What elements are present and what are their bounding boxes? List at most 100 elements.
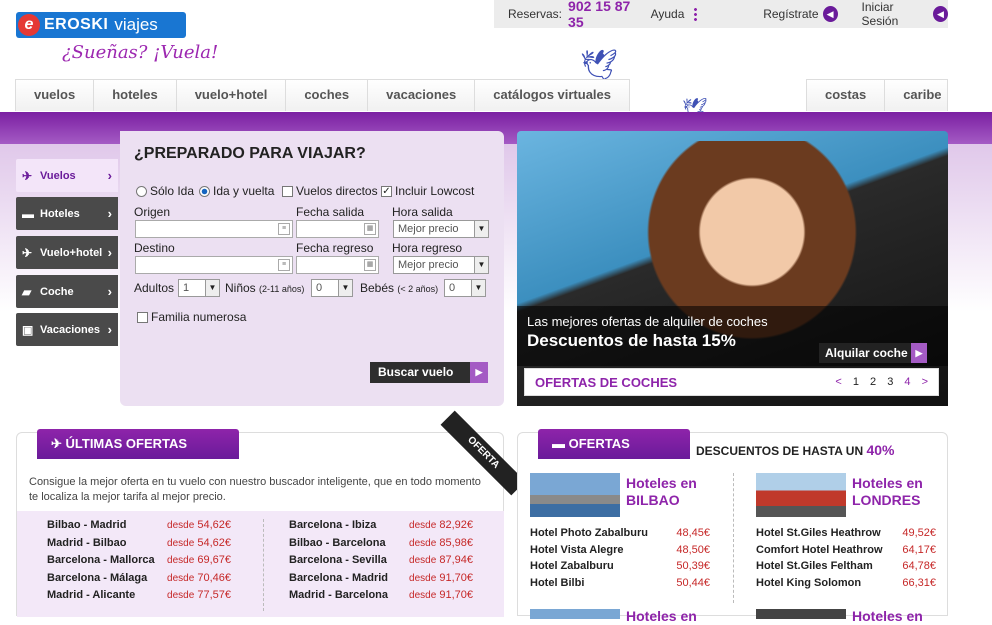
pager-next[interactable]: >	[922, 376, 928, 388]
hotel-price[interactable]: 48,50€	[666, 544, 710, 556]
solo-ida-radio[interactable]: Sólo Ida	[136, 184, 194, 198]
hotel-name[interactable]: Hotel Vista Alegre	[530, 544, 624, 556]
bilbao-photo[interactable]	[530, 473, 620, 517]
checkbox-checked-icon[interactable]: ✓	[381, 186, 392, 198]
sidebar-item-coche[interactable]: ▰ Coche ›	[16, 275, 118, 308]
londres-photo[interactable]	[756, 473, 846, 517]
register-arrow-icon[interactable]: ◀	[822, 6, 838, 22]
next-city-title[interactable]: Hoteles en	[626, 608, 697, 625]
origen-input[interactable]: ≡	[135, 220, 293, 238]
register-link[interactable]: Regístrate	[763, 7, 818, 21]
flight-route[interactable]: Barcelona - Sevilla	[289, 554, 387, 566]
flight-price[interactable]: desde 70,46€	[149, 572, 231, 584]
hotel-price[interactable]: 64,78€	[892, 560, 936, 572]
ninos-select[interactable]: 0 ▼	[311, 279, 353, 297]
flight-price[interactable]: desde 69,67€	[149, 554, 231, 566]
hotel-price[interactable]: 48,45€	[666, 527, 710, 539]
hotel-name[interactable]: Hotel St.Giles Heathrow	[756, 527, 881, 539]
ida-vuelta-radio[interactable]: Ida y vuelta	[199, 184, 274, 198]
nav-vuelos[interactable]: vuelos	[16, 80, 95, 111]
destino-input[interactable]: ≡	[135, 256, 293, 274]
radio-selected-icon[interactable]	[199, 186, 210, 198]
pager-page-1[interactable]: 1	[853, 376, 859, 388]
sidebar-item-vacaciones[interactable]: ▣ Vacaciones ›	[16, 313, 118, 346]
list-icon[interactable]: ≡	[278, 223, 290, 235]
hotel-price[interactable]: 64,17€	[892, 544, 936, 556]
flight-price[interactable]: desde 91,70€	[391, 572, 473, 584]
dropdown-arrow-icon[interactable]: ▼	[471, 280, 485, 296]
help-link[interactable]: Ayuda	[651, 7, 685, 21]
flight-price[interactable]: desde 77,57€	[149, 589, 231, 601]
bilbao-title[interactable]: Hoteles en BILBAO	[626, 475, 697, 509]
hotel-name[interactable]: Hotel Bilbi	[530, 577, 584, 589]
next-city-photo-2[interactable]	[756, 609, 846, 619]
hora-salida-select[interactable]: Mejor precio ▼	[393, 220, 489, 238]
familia-numerosa-checkbox[interactable]: Familia numerosa	[137, 310, 246, 324]
flight-price[interactable]: desde 91,70€	[391, 589, 473, 601]
nav-hoteles[interactable]: hoteles	[94, 80, 177, 111]
bebes-select[interactable]: 0 ▼	[444, 279, 486, 297]
pager-page-3[interactable]: 3	[887, 376, 893, 388]
flight-route[interactable]: Madrid - Alicante	[47, 589, 135, 601]
nav-catalogos[interactable]: catálogos virtuales	[475, 80, 629, 111]
eroski-viajes-logo[interactable]: e EROSKI viajes	[16, 12, 186, 38]
lowcost-checkbox[interactable]: ✓ Incluir Lowcost	[381, 184, 474, 198]
buscar-vuelo-button[interactable]: Buscar vuelo ▶	[370, 362, 488, 383]
hotel-price[interactable]: 49,52€	[892, 527, 936, 539]
nav-coches[interactable]: coches	[286, 80, 369, 111]
londres-title[interactable]: Hoteles en LONDRES	[852, 475, 923, 509]
car-rental-promo[interactable]: Las mejores ofertas de alquiler de coche…	[517, 131, 948, 406]
flight-price[interactable]: desde 54,62€	[149, 537, 231, 549]
next-city-photo[interactable]	[530, 609, 620, 619]
flight-route[interactable]: Barcelona - Madrid	[289, 572, 388, 584]
vuelos-directos-checkbox[interactable]: Vuelos directos	[282, 184, 378, 198]
hotel-price[interactable]: 50,39€	[666, 560, 710, 572]
flight-route[interactable]: Bilbao - Madrid	[47, 519, 126, 531]
phone-number[interactable]: 902 15 87 35	[568, 0, 645, 30]
flight-route[interactable]: Madrid - Barcelona	[289, 589, 388, 601]
pager-page-2[interactable]: 2	[870, 376, 876, 388]
login-arrow-icon[interactable]: ◀	[933, 6, 948, 22]
flight-route[interactable]: Barcelona - Málaga	[47, 572, 147, 584]
fecha-regreso-input[interactable]: ▦	[296, 256, 379, 274]
flight-route[interactable]: Bilbao - Barcelona	[289, 537, 386, 549]
hotel-price[interactable]: 66,31€	[892, 577, 936, 589]
nav-vacaciones[interactable]: vacaciones	[368, 80, 476, 111]
hotel-name[interactable]: Hotel Photo Zabalburu	[530, 527, 648, 539]
flight-route[interactable]: Madrid - Bilbao	[47, 537, 126, 549]
list-icon[interactable]: ≡	[278, 259, 290, 271]
sidebar-item-vuelos[interactable]: ✈ Vuelos ›	[16, 159, 118, 192]
nav-vuelo-hotel[interactable]: vuelo+hotel	[177, 80, 287, 111]
flight-price[interactable]: desde 85,98€	[391, 537, 473, 549]
hotel-name[interactable]: Hotel St.Giles Feltham	[756, 560, 873, 572]
pager-page-4[interactable]: 4	[904, 376, 910, 388]
adultos-select[interactable]: 1 ▼	[178, 279, 220, 297]
next-city-title-2[interactable]: Hoteles en	[852, 608, 923, 625]
nav-costas[interactable]: costas	[807, 80, 886, 111]
flight-route[interactable]: Barcelona - Mallorca	[47, 554, 155, 566]
login-link[interactable]: Iniciar Sesión	[862, 0, 929, 28]
nav-caribe[interactable]: caribe	[885, 80, 959, 111]
radio-icon[interactable]	[136, 186, 147, 198]
dropdown-arrow-icon[interactable]: ▼	[474, 221, 488, 237]
sidebar-item-hoteles[interactable]: ▬ Hoteles ›	[16, 197, 118, 230]
flight-price[interactable]: desde 82,92€	[391, 519, 473, 531]
pager-prev[interactable]: <	[835, 376, 841, 388]
flight-price[interactable]: desde 54,62€	[149, 519, 231, 531]
checkbox-icon[interactable]	[137, 312, 148, 324]
calendar-icon[interactable]: ▦	[364, 223, 376, 235]
fecha-salida-input[interactable]: ▦	[296, 220, 379, 238]
checkbox-icon[interactable]	[282, 186, 293, 198]
hotel-price[interactable]: 50,44€	[666, 577, 710, 589]
dropdown-arrow-icon[interactable]: ▼	[205, 280, 219, 296]
calendar-icon[interactable]: ▦	[364, 259, 376, 271]
hora-regreso-select[interactable]: Mejor precio ▼	[393, 256, 489, 274]
hotel-name[interactable]: Hotel Zabalburu	[530, 560, 614, 572]
flight-route[interactable]: Barcelona - Ibiza	[289, 519, 376, 531]
dropdown-arrow-icon[interactable]: ▼	[338, 280, 352, 296]
alquilar-coche-button[interactable]: Alquilar coche ▶	[819, 343, 927, 363]
hotel-name[interactable]: Comfort Hotel Heathrow	[756, 544, 883, 556]
sidebar-item-vuelo-hotel[interactable]: ✈ Vuelo+hotel ›	[16, 236, 118, 269]
dropdown-arrow-icon[interactable]: ▼	[474, 257, 488, 273]
flight-price[interactable]: desde 87,94€	[391, 554, 473, 566]
